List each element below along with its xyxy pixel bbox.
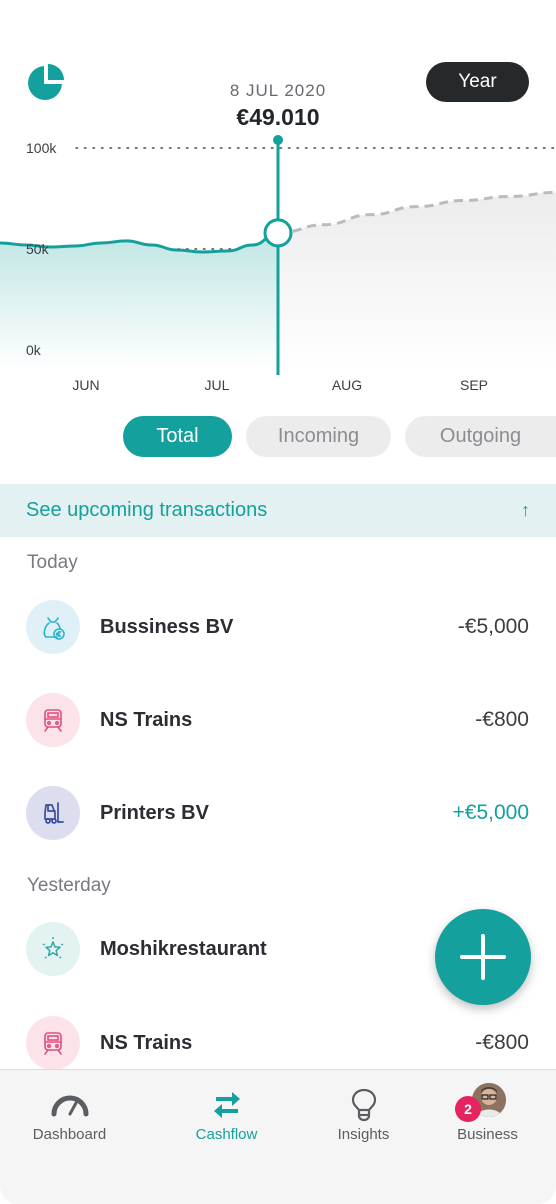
gauge-icon [50,1088,90,1122]
notification-badge: 2 [455,1096,481,1122]
transaction-amount: -€5,000 [457,615,529,638]
star-icon [26,922,80,976]
arrow-up-icon: ↑ [521,500,530,520]
filter-outgoing[interactable]: Outgoing [405,416,556,457]
period-year-button[interactable]: Year [426,62,529,102]
transaction-name: NS Trains [100,1031,193,1054]
selected-point [263,218,293,248]
add-transaction-button[interactable] [435,909,531,1005]
transaction-name: Printers BV [100,801,209,824]
nav-dashboard[interactable]: Dashboard [0,1070,139,1160]
transaction-amount: +€5,000 [452,801,530,824]
transaction-amount: -€800 [475,1031,529,1054]
transaction-name: Moshikrestaurant [100,937,267,960]
nav-dashboard-label: Dashboard [32,1126,107,1143]
transaction-row[interactable]: NS Trains -€800 [0,1015,556,1071]
lightbulb-icon [351,1088,377,1122]
section-yesterday: Yesterday [27,875,111,896]
train-icon [26,1016,80,1070]
x-tick-label: JUN [72,377,99,393]
transaction-name: NS Trains [100,708,193,731]
x-tick-label: JUL [205,377,230,393]
transaction-row[interactable]: Bussiness BV -€5,000 [0,599,556,655]
y-tick-label: 0k [26,342,42,358]
nav-cashflow-label: Cashflow [195,1126,258,1143]
nav-insights[interactable]: Insights [294,1070,433,1160]
nav-business-label: Business [457,1126,518,1143]
nav-cashflow[interactable]: Cashflow [157,1070,296,1160]
forklift-icon [26,786,80,840]
cashflow-chart[interactable]: 100k 50k 0k JUN JUL AUG SEP [0,130,556,395]
x-tick-label: AUG [332,377,362,393]
transaction-row[interactable]: Printers BV +€5,000 [0,785,556,841]
nav-insights-label: Insights [337,1126,390,1143]
train-icon [26,693,80,747]
filter-incoming[interactable]: Incoming [246,416,391,457]
selected-value: €49.010 [236,104,320,130]
upcoming-label: See upcoming transactions [26,499,268,521]
money-bag-icon [26,600,80,654]
see-upcoming-transactions[interactable]: See upcoming transactions ↑ [0,484,556,537]
projection-area [278,192,556,370]
transfer-arrows-icon [212,1088,242,1122]
x-tick-label: SEP [460,377,488,393]
y-tick-label: 50k [26,241,50,257]
y-tick-label: 100k [26,140,57,156]
bottom-navigation: Dashboard Cashflow Insights Business [0,1069,556,1204]
transaction-amount: -€800 [475,708,529,731]
filter-total[interactable]: Total [123,416,232,457]
transaction-name: Bussiness BV [100,615,234,638]
plus-icon [460,934,506,980]
marker-top-dot [273,135,283,145]
section-today: Today [27,552,78,573]
transaction-row[interactable]: NS Trains -€800 [0,692,556,748]
